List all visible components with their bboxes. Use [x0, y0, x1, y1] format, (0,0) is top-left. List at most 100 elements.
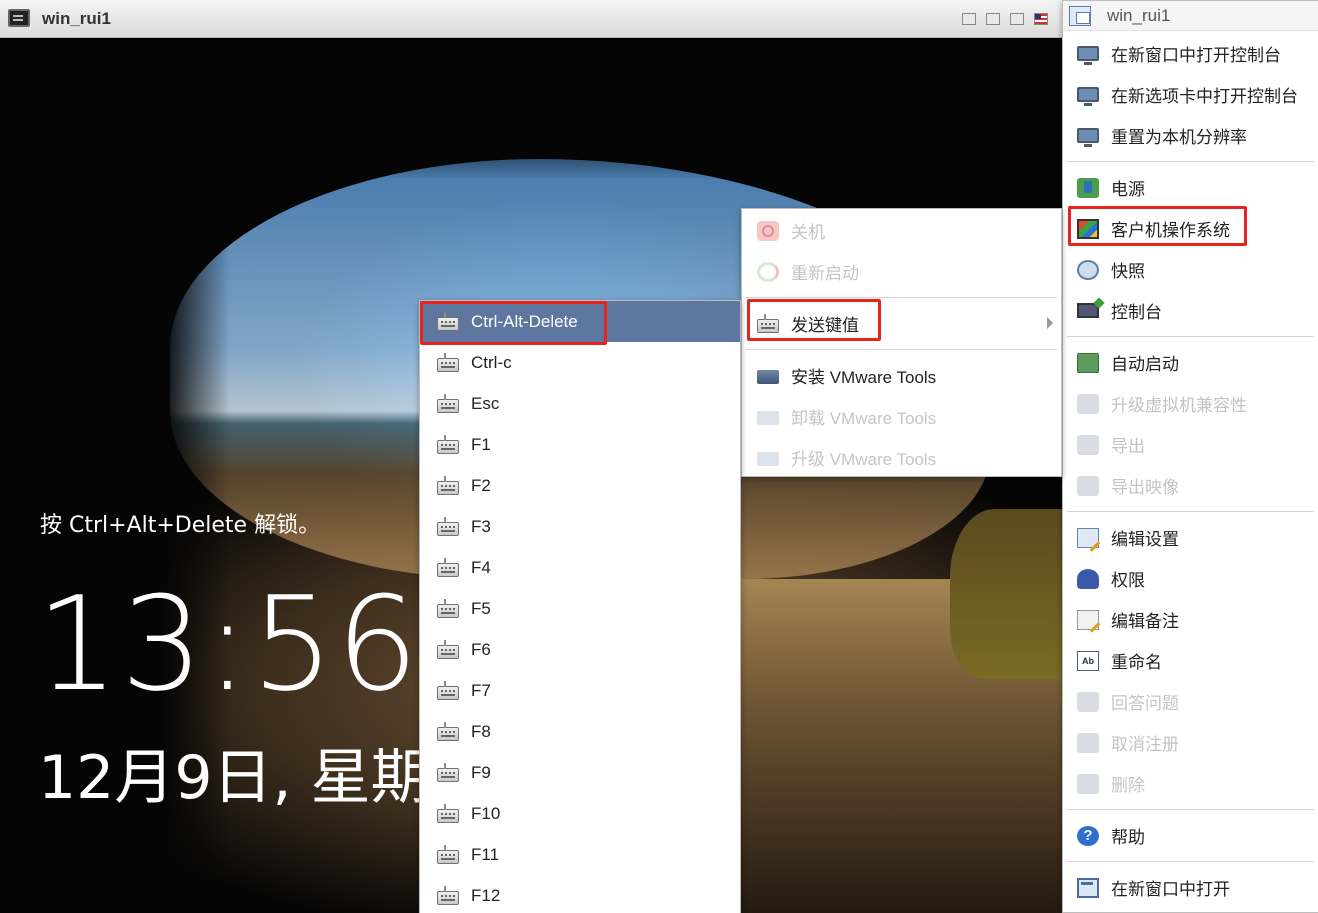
- menu-label: 导出映像: [1111, 478, 1179, 497]
- key-label: F6: [471, 639, 491, 659]
- edit-notes-icon: [1077, 609, 1099, 630]
- menu-power[interactable]: 电源: [1063, 167, 1318, 208]
- send-keys-submenu: Ctrl-Alt-Delete Ctrl-c Esc F1 F2 F3 F4 F…: [419, 300, 741, 913]
- keyboard-icon: [757, 313, 779, 333]
- keyboard-icon: [437, 516, 459, 536]
- lock-time: 13:56: [36, 568, 421, 720]
- menu-export: 导出: [1063, 424, 1318, 465]
- restore-icon[interactable]: [986, 13, 1000, 25]
- menu-open-console-new-window[interactable]: 在新窗口中打开控制台: [1063, 33, 1318, 74]
- menu-restart: 重新启动: [742, 251, 1061, 292]
- menu-label: 快照: [1111, 262, 1145, 281]
- menu-rename[interactable]: Ab 重命名: [1063, 640, 1318, 681]
- key-item-esc[interactable]: Esc: [420, 383, 740, 424]
- key-label: F4: [471, 557, 491, 577]
- vm-icon: [1069, 5, 1091, 26]
- delete-icon: [1077, 773, 1099, 794]
- menu-answer-question: 回答问题: [1063, 681, 1318, 722]
- console-screen-icon: [8, 9, 30, 27]
- snapshot-icon: [1077, 259, 1099, 280]
- menu-unregister: 取消注册: [1063, 722, 1318, 763]
- menu-label: 重置为本机分辨率: [1111, 128, 1247, 147]
- fullscreen-icon[interactable]: [1010, 13, 1024, 25]
- menu-label: 升级 VMware Tools: [791, 450, 937, 469]
- menu-reset-resolution[interactable]: 重置为本机分辨率: [1063, 115, 1318, 156]
- menu-guest-os[interactable]: 客户机操作系统: [1063, 208, 1318, 249]
- menu-separator: [746, 349, 1057, 350]
- menu-send-keys[interactable]: 发送键值: [742, 303, 1061, 344]
- edit-settings-icon: [1077, 527, 1099, 548]
- menu-label: 编辑设置: [1111, 530, 1179, 549]
- key-item-f7[interactable]: F7: [420, 670, 740, 711]
- upgrade-compat-icon: [1077, 393, 1099, 414]
- key-label: F7: [471, 680, 491, 700]
- menu-export-image: 导出映像: [1063, 465, 1318, 506]
- keyboard-icon: [437, 680, 459, 700]
- key-item-f10[interactable]: F10: [420, 793, 740, 834]
- menu-label: 客户机操作系统: [1111, 221, 1230, 240]
- key-label: F10: [471, 803, 501, 823]
- keyboard-icon: [437, 885, 459, 905]
- menu-help[interactable]: ? 帮助: [1063, 815, 1318, 856]
- menu-separator: [1067, 161, 1314, 162]
- key-item-f11[interactable]: F11: [420, 834, 740, 875]
- power-icon: [1077, 177, 1099, 198]
- guest-os-submenu: 关机 重新启动 发送键值 安装 VMware Tools 卸载 VMware T…: [741, 208, 1062, 477]
- submenu-arrow-icon: [1047, 317, 1053, 329]
- menu-label: 卸载 VMware Tools: [791, 409, 937, 428]
- menu-open-console-new-tab[interactable]: 在新选项卡中打开控制台: [1063, 74, 1318, 115]
- minimize-icon[interactable]: [962, 13, 976, 25]
- lock-hint-text: 按 Ctrl+Alt+Delete 解锁。: [40, 513, 321, 538]
- monitor-icon: [1077, 46, 1099, 65]
- menu-label: 升级虚拟机兼容性: [1111, 396, 1247, 415]
- vm-menu-header-label: win_rui1: [1107, 5, 1171, 25]
- menu-snapshot[interactable]: 快照: [1063, 249, 1318, 290]
- menu-label: 电源: [1111, 180, 1145, 199]
- menu-upgrade-compat: 升级虚拟机兼容性: [1063, 383, 1318, 424]
- key-item-ctrl-c[interactable]: Ctrl-c: [420, 342, 740, 383]
- key-item-f6[interactable]: F6: [420, 629, 740, 670]
- menu-edit-notes[interactable]: 编辑备注: [1063, 599, 1318, 640]
- menu-label: 发送键值: [791, 316, 859, 335]
- menu-autostart[interactable]: 自动启动: [1063, 342, 1318, 383]
- menu-label: 回答问题: [1111, 694, 1179, 713]
- keyboard-icon: [437, 393, 459, 413]
- keyboard-icon: [437, 639, 459, 659]
- vm-menu-header: win_rui1: [1063, 1, 1318, 31]
- menu-label: 在新窗口中打开控制台: [1111, 46, 1281, 65]
- keyboard-icon: [437, 762, 459, 782]
- key-label: F11: [471, 844, 500, 864]
- menu-shutdown: 关机: [742, 210, 1061, 251]
- key-item-ctrl-alt-delete[interactable]: Ctrl-Alt-Delete: [420, 301, 740, 342]
- key-item-f8[interactable]: F8: [420, 711, 740, 752]
- key-item-f2[interactable]: F2: [420, 465, 740, 506]
- key-item-f3[interactable]: F3: [420, 506, 740, 547]
- menu-label: 重命名: [1111, 653, 1162, 672]
- key-item-f4[interactable]: F4: [420, 547, 740, 588]
- export-image-icon: [1077, 475, 1099, 496]
- menu-separator: [1067, 511, 1314, 512]
- key-label: F8: [471, 721, 491, 741]
- rename-icon: Ab: [1077, 650, 1099, 671]
- menu-edit-settings[interactable]: 编辑设置: [1063, 517, 1318, 558]
- key-item-f5[interactable]: F5: [420, 588, 740, 629]
- menu-label: 关机: [791, 223, 825, 242]
- keyboard-icon: [437, 803, 459, 823]
- keyboard-icon: [437, 352, 459, 372]
- keyboard-layout-flag-icon[interactable]: [1034, 13, 1048, 25]
- autostart-icon: [1077, 352, 1099, 373]
- menu-install-tools[interactable]: 安装 VMware Tools: [742, 355, 1061, 396]
- menu-label: 安装 VMware Tools: [791, 368, 937, 387]
- keyboard-icon: [437, 844, 459, 864]
- menu-open-new-window[interactable]: 在新窗口中打开: [1063, 867, 1318, 908]
- menu-label: 重新启动: [791, 264, 859, 283]
- key-item-f1[interactable]: F1: [420, 424, 740, 465]
- key-item-f12[interactable]: F12: [420, 875, 740, 913]
- unregister-icon: [1077, 732, 1099, 753]
- menu-permissions[interactable]: 权限: [1063, 558, 1318, 599]
- key-label: F3: [471, 516, 491, 536]
- menu-console[interactable]: 控制台: [1063, 290, 1318, 331]
- key-label: F1: [471, 434, 491, 454]
- menu-label: 在新窗口中打开: [1111, 880, 1230, 899]
- key-item-f9[interactable]: F9: [420, 752, 740, 793]
